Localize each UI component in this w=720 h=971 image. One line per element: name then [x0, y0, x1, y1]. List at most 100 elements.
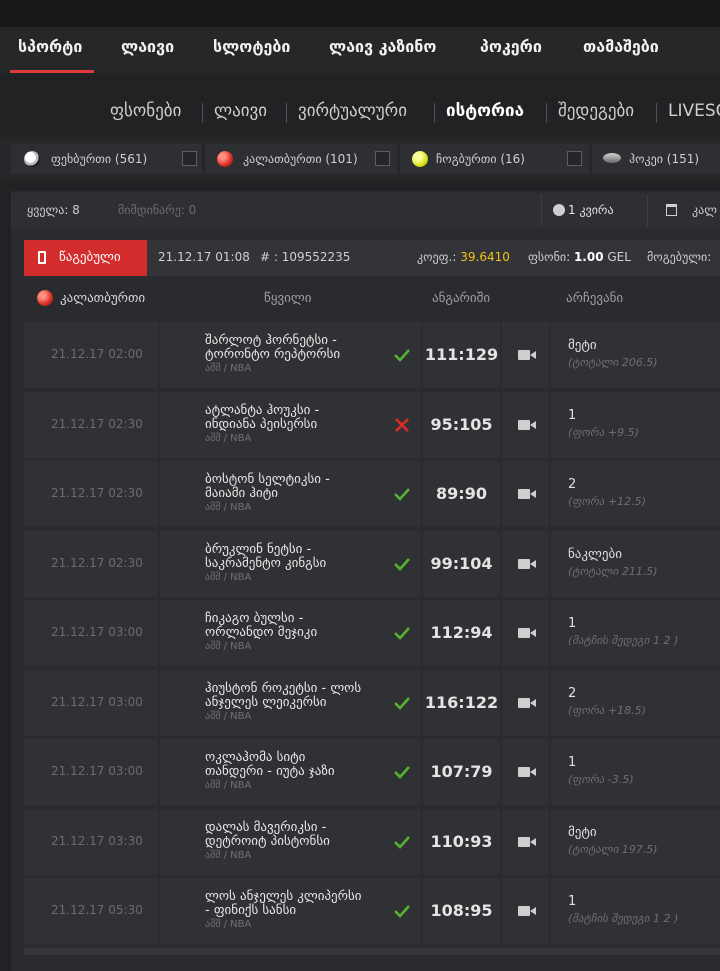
- bet-stake: ფსონი: 1.00 GEL: [528, 250, 631, 264]
- table-header-pair: წყვილი: [264, 291, 312, 306]
- table-row[interactable]: 21.12.17 02:30 ატლანტა ჰოუკსი - ინდიანა …: [24, 392, 720, 458]
- subnav-item-history[interactable]: ისტორია: [446, 101, 524, 121]
- table-row[interactable]: 21.12.17 03:00 ჰიუსტონ როკეტსი - ლოს ანჯ…: [24, 670, 720, 736]
- nav-item-poker[interactable]: პოკერი: [480, 27, 542, 73]
- row-video-cell[interactable]: [502, 600, 549, 666]
- row-score-cell: 107:79: [423, 739, 500, 805]
- pick-detail: (ფორა +18.5): [568, 704, 646, 717]
- subnav-item-results[interactable]: შედეგები: [558, 101, 634, 121]
- row-video-cell[interactable]: [502, 392, 549, 458]
- match-datetime: 21.12.17 03:30: [51, 834, 143, 848]
- row-score-cell: 112:94: [423, 600, 500, 666]
- table-row[interactable]: 21.12.17 02:00 შარლოტ ჰორნეტსი - ტორონტო…: [24, 322, 720, 388]
- basketball-icon: [37, 290, 53, 306]
- sub-nav: ფსონები ლაივი ვირტუალური ისტორია შედეგებ…: [0, 73, 720, 135]
- video-camera-icon[interactable]: [518, 488, 536, 500]
- stake-currency: GEL: [603, 250, 631, 264]
- filter-all[interactable]: ყველა: 8: [27, 203, 80, 217]
- pick-detail: (ფორა +9.5): [568, 426, 639, 439]
- match-league: აშშ / NBA: [205, 850, 252, 861]
- row-video-cell[interactable]: [502, 531, 549, 597]
- video-camera-icon[interactable]: [518, 558, 536, 570]
- table-row[interactable]: 21.12.17 03:00 ოკლაჰომა სიტი თანდერი - ი…: [24, 739, 720, 805]
- video-camera-icon[interactable]: [518, 905, 536, 917]
- match-score: 110:93: [430, 832, 493, 851]
- table-row[interactable]: 21.12.17 03:30 დალას მავერიკსი - დეტროიტ…: [24, 809, 720, 875]
- sport-filter-basketball[interactable]: კალათბურთი (101): [205, 144, 397, 174]
- row-video-cell[interactable]: [502, 322, 549, 388]
- match-teams: ჰიუსტონ როკეტსი - ლოს ანჯელეს ლეიკერსი: [205, 681, 362, 710]
- nav-item-live[interactable]: ლაივი: [121, 27, 174, 73]
- table-row[interactable]: 21.12.17 03:00 ჩიკაგო ბულსი - ორლანდო მე…: [24, 600, 720, 666]
- match-league: აშშ / NBA: [205, 363, 252, 374]
- table-row[interactable]: 21.12.17 05:30 ლოს ანჯელეს კლიპერსი - ფი…: [24, 878, 720, 944]
- row-event-cell: შარლოტ ჰორნეტსი - ტორონტო რეპტორსი აშშ /…: [160, 322, 421, 388]
- table-header-choice: არჩევანი: [566, 291, 624, 306]
- table-bottom-edge: [24, 948, 720, 955]
- stake-label: ფსონი:: [528, 250, 574, 264]
- nav-item-live-casino[interactable]: ლაივ კაზინო: [329, 27, 436, 73]
- match-league: აშშ / NBA: [205, 780, 252, 791]
- checkbox[interactable]: [182, 151, 197, 166]
- nav-item-games[interactable]: თამაშები: [583, 27, 659, 73]
- match-teams: შარლოტ ჰორნეტსი - ტორონტო რეპტორსი: [205, 333, 341, 362]
- table-row[interactable]: 21.12.17 02:30 ბოსტონ სელტიკსი - მაიამი …: [24, 461, 720, 527]
- checkbox[interactable]: [375, 151, 390, 166]
- match-teams: ლოს ანჯელეს კლიპერსი - ფინიქს სანსი: [205, 889, 362, 918]
- pick-value: 1: [568, 755, 577, 770]
- sport-filter-label: ჰოკეი (151): [629, 152, 700, 166]
- table-row[interactable]: 21.12.17 02:30 ბრუკლინ ნეტსი - საკრამენტ…: [24, 531, 720, 597]
- nav-item-sport[interactable]: სპორტი: [18, 27, 82, 73]
- subnav-divider: [202, 103, 203, 123]
- subnav-item-bets[interactable]: ფსონები: [110, 101, 181, 121]
- row-date-cell: 21.12.17 02:30: [24, 531, 158, 597]
- row-event-cell: ბოსტონ სელტიკსი - მაიამი ჰიტი აშშ / NBA: [160, 461, 421, 527]
- match-teams: დალას მავერიკსი - დეტროიტ პისტონსი: [205, 820, 330, 849]
- pick-detail: (ტოტალი 211.5): [568, 565, 658, 578]
- match-score: 111:129: [424, 345, 499, 364]
- sport-filter-tennis[interactable]: ჩოგბურთი (16): [400, 144, 589, 174]
- video-camera-icon[interactable]: [518, 697, 536, 709]
- subnav-item-live[interactable]: ლაივი: [214, 101, 267, 121]
- pick-detail: (ფორა -3.5): [568, 773, 634, 786]
- checkbox[interactable]: [567, 151, 582, 166]
- row-video-cell[interactable]: [502, 461, 549, 527]
- check-icon: [394, 488, 410, 501]
- calendar-select[interactable]: კალ: [692, 203, 717, 217]
- check-icon: [394, 558, 410, 571]
- video-camera-icon[interactable]: [518, 419, 536, 431]
- cross-icon: [395, 418, 409, 432]
- pick-value: მეტი: [568, 338, 597, 353]
- subnav-item-virtual[interactable]: ვირტუალური: [298, 101, 407, 121]
- row-date-cell: 21.12.17 03:00: [24, 600, 158, 666]
- bet-summary-bar[interactable]: წაგებული 21.12.17 01:08 # : 109552235 კო…: [24, 240, 720, 276]
- check-icon: [394, 836, 410, 849]
- video-camera-icon[interactable]: [518, 627, 536, 639]
- subnav-divider: [546, 103, 547, 123]
- match-teams: ბრუკლინ ნეტსი - საკრამენტო კინგსი: [205, 542, 327, 571]
- match-score: 99:104: [430, 554, 493, 573]
- nav-item-slots[interactable]: სლოტები: [213, 27, 290, 73]
- row-score-cell: 108:95: [423, 878, 500, 944]
- row-video-cell[interactable]: [502, 739, 549, 805]
- pick-value: მეტი: [568, 825, 597, 840]
- filter-ongoing[interactable]: მიმდინარე: 0: [118, 203, 196, 217]
- row-score-cell: 116:122: [423, 670, 500, 736]
- sport-filter-football[interactable]: ფეხბურთი (561): [11, 144, 202, 174]
- match-score: 95:105: [430, 415, 493, 434]
- row-video-cell[interactable]: [502, 670, 549, 736]
- row-video-cell[interactable]: [502, 878, 549, 944]
- period-select[interactable]: 1 კვირა: [568, 203, 614, 217]
- match-league: აშშ / NBA: [205, 433, 252, 444]
- video-camera-icon[interactable]: [518, 766, 536, 778]
- top-strip: [0, 0, 720, 27]
- sport-filter-hockey[interactable]: ჰოკეი (151): [592, 144, 720, 174]
- row-date-cell: 21.12.17 05:30: [24, 878, 158, 944]
- row-pick-cell: მეტი (ტოტალი 206.5): [551, 322, 720, 388]
- video-camera-icon[interactable]: [518, 349, 536, 361]
- stake-value: 1.00: [573, 250, 604, 264]
- subnav-item-livescore[interactable]: LIVESC: [668, 101, 720, 121]
- video-camera-icon[interactable]: [518, 836, 536, 848]
- bet-status-label: წაგებული: [59, 250, 121, 265]
- row-video-cell[interactable]: [502, 809, 549, 875]
